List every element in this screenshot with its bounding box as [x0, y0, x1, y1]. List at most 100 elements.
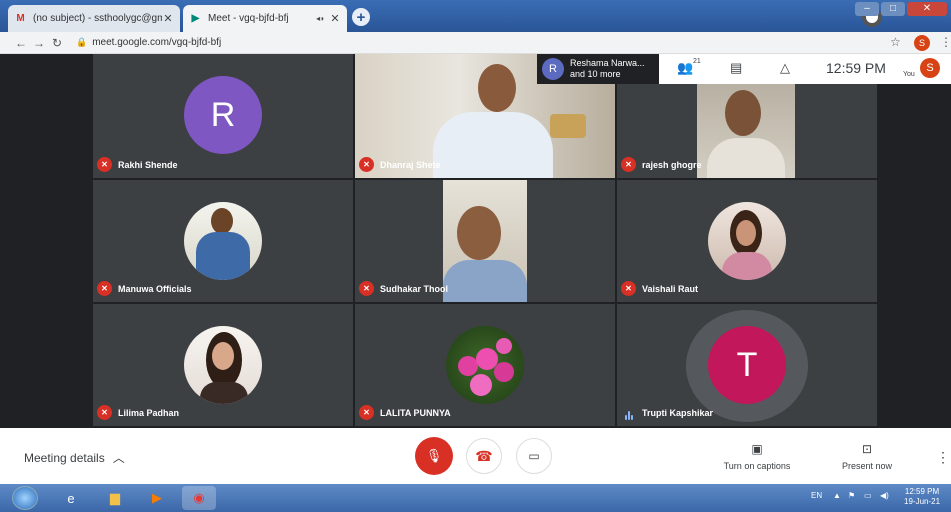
- system-date: 19-Jun-21: [904, 497, 941, 506]
- bookmark-star-icon[interactable]: ☆: [890, 35, 901, 49]
- present-icon: ⊡: [861, 442, 873, 456]
- camera-toggle-button[interactable]: ▭: [516, 438, 552, 474]
- participant-tile[interactable]: T Trupti Kapshikar: [617, 304, 877, 426]
- activities-icon[interactable]: △: [780, 60, 790, 76]
- os-taskbar: e ▆ ▶ ◉: [0, 484, 951, 512]
- chevron-up-icon: ︿: [112, 451, 125, 465]
- address-bar: ← → ↻ 🔒 meet.google.com/vgq-bjfd-bfj ☆ S…: [0, 32, 951, 54]
- audio-playing-icon[interactable]: ◂◗: [316, 14, 325, 23]
- window-controls: – □ ✕: [855, 2, 947, 16]
- participant-name: Trupti Kapshikar: [642, 407, 714, 418]
- mic-off-icon: 🎙: [425, 448, 443, 463]
- avatar: [184, 202, 262, 280]
- mic-off-icon: ✕: [359, 281, 374, 296]
- mic-off-icon: ✕: [97, 281, 112, 296]
- participant-name: Dhanraj Shete: [380, 159, 441, 170]
- more-options-icon[interactable]: ⋮: [936, 449, 950, 466]
- people-icon[interactable]: 👥: [677, 60, 693, 76]
- forward-icon[interactable]: →: [30, 36, 48, 50]
- tray-arrow-icon[interactable]: ▲: [833, 491, 841, 500]
- ie-icon[interactable]: e: [54, 486, 88, 510]
- minimize-button[interactable]: –: [855, 2, 879, 16]
- speaking-indicator-icon: [621, 405, 636, 420]
- participant-name: Rakhi Shende: [118, 159, 178, 170]
- hang-up-icon: ☎: [475, 447, 493, 464]
- participant-name: rajesh ghogre: [642, 159, 702, 170]
- url-text: meet.google.com/vgq-bjfd-bfj: [92, 37, 222, 48]
- presenting-chip[interactable]: R Reshama Narwa... and 10 more: [537, 54, 659, 84]
- camera-icon: ▭: [528, 449, 540, 463]
- chrome-taskbar-icon[interactable]: ◉: [182, 486, 216, 510]
- system-time: 12:59 PM: [904, 487, 940, 496]
- close-tab-icon[interactable]: ✕: [162, 12, 174, 25]
- tab-meet[interactable]: ▶ Meet - vgq-bjfd-bfj ◂◗ ✕: [183, 5, 347, 32]
- media-player-icon[interactable]: ▶: [140, 486, 174, 510]
- presenter-more: and 10 more: [570, 69, 621, 79]
- participant-tile[interactable]: ✕ Manuwa Officials: [93, 180, 353, 302]
- avatar: [708, 202, 786, 280]
- you-label: You: [903, 71, 915, 78]
- maximize-button[interactable]: □: [881, 2, 905, 16]
- avatar: [446, 326, 524, 404]
- present-label: Present now: [841, 461, 893, 471]
- participant-tile[interactable]: R ✕ Rakhi Shende: [93, 54, 353, 178]
- flag-icon[interactable]: ⚑: [848, 491, 855, 500]
- browser-menu-icon[interactable]: ⋮: [940, 35, 951, 49]
- self-avatar[interactable]: S: [920, 58, 940, 78]
- avatar: T: [708, 326, 786, 404]
- captions-label: Turn on captions: [723, 461, 791, 471]
- close-window-button[interactable]: ✕: [907, 2, 947, 16]
- participant-name: Sudhakar Thool: [380, 283, 449, 294]
- profile-avatar[interactable]: S: [914, 35, 930, 51]
- avatar: [184, 326, 262, 404]
- presenting-text: Reshama Narwa... and 10 more: [570, 58, 645, 80]
- meeting-details-label: Meeting details: [24, 450, 105, 465]
- folder-icon[interactable]: ▆: [98, 486, 132, 510]
- participant-tile[interactable]: ✕ rajesh ghogre: [617, 84, 877, 178]
- participant-tile[interactable]: ✕ Vaishali Raut: [617, 180, 877, 302]
- mic-off-icon: ✕: [359, 405, 374, 420]
- mic-off-icon: ✕: [621, 157, 636, 172]
- volume-icon[interactable]: ◀): [880, 491, 889, 500]
- present-now-button[interactable]: ⊡ Present now: [836, 442, 898, 471]
- chat-icon[interactable]: ▤: [730, 60, 742, 76]
- tab-title: (no subject) - ssthoolygc@gmail.: [33, 13, 162, 24]
- meet-video-grid: R ✕ Rakhi Shende ✕ Dhanraj Shete ✕ rajesh g…: [0, 54, 951, 428]
- mic-off-icon: ✕: [97, 157, 112, 172]
- participant-name: Vaishali Raut: [642, 283, 699, 294]
- captions-button[interactable]: ▣ Turn on captions: [716, 442, 798, 471]
- close-tab-icon[interactable]: ✕: [329, 12, 341, 25]
- meeting-clock: 12:59 PM: [826, 60, 886, 76]
- participant-name: Manuwa Officials: [118, 283, 192, 294]
- participant-name: Lilima Padhan: [118, 407, 180, 418]
- tab-gmail[interactable]: M (no subject) - ssthoolygc@gmail. ✕: [8, 5, 180, 32]
- participant-video: [443, 180, 527, 302]
- avatar: R: [184, 76, 262, 154]
- tab-title: Meet - vgq-bjfd-bfj: [208, 13, 289, 24]
- start-button[interactable]: [12, 486, 38, 510]
- new-tab-button[interactable]: +: [352, 8, 370, 26]
- presenter-name: Reshama Narwa...: [570, 58, 645, 68]
- participant-tile[interactable]: ✕ LALITA PUNNYA: [355, 304, 615, 426]
- meet-icon: ▶: [191, 13, 200, 24]
- system-clock[interactable]: 12:59 PM 19-Jun-21: [904, 487, 940, 507]
- participant-name: LALITA PUNNYA: [380, 407, 451, 418]
- url-field[interactable]: 🔒 meet.google.com/vgq-bjfd-bfj: [76, 37, 221, 48]
- participant-tile[interactable]: ✕ Lilima Padhan: [93, 304, 353, 426]
- network-icon[interactable]: ▭: [864, 491, 872, 500]
- reload-icon[interactable]: ↻: [48, 36, 66, 50]
- mic-off-icon: ✕: [621, 281, 636, 296]
- gmail-icon: M: [16, 13, 25, 24]
- lock-icon: 🔒: [76, 37, 88, 47]
- participant-video: [697, 84, 795, 178]
- mic-toggle-button[interactable]: 🎙: [415, 437, 453, 475]
- captions-icon: ▣: [751, 442, 763, 456]
- browser-tab-strip: M (no subject) - ssthoolygc@gmail. ✕ ▶ M…: [0, 0, 951, 32]
- mic-off-icon: ✕: [359, 157, 374, 172]
- participant-tile[interactable]: ✕ Sudhakar Thool: [355, 180, 615, 302]
- back-icon[interactable]: ←: [12, 36, 30, 50]
- meeting-details-button[interactable]: Meeting details ︿: [24, 449, 125, 466]
- leave-call-button[interactable]: ☎: [466, 438, 502, 474]
- people-count: 21: [693, 58, 701, 65]
- language-indicator[interactable]: EN: [811, 491, 822, 500]
